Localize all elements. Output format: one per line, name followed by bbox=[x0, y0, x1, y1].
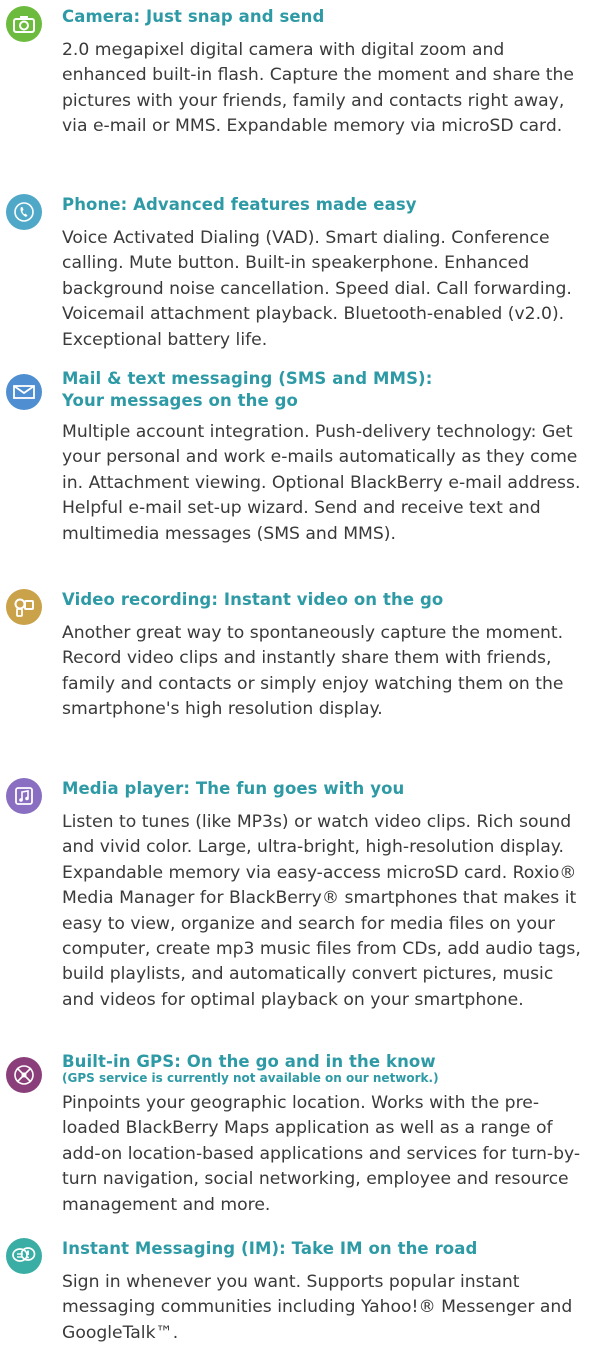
feature-title: Mail & text messaging (SMS and MMS): You… bbox=[62, 369, 433, 410]
feature-title: Instant Messaging (IM): Take IM on the r… bbox=[62, 1239, 478, 1258]
feature-note: (GPS service is currently not available … bbox=[62, 1071, 439, 1085]
camera-icon bbox=[6, 6, 42, 42]
feature-title: Camera: Just snap and send bbox=[62, 7, 325, 26]
feature-title: Media player: The fun goes with you bbox=[62, 779, 405, 798]
feature-title: Built-in GPS: On the go and in the know bbox=[62, 1052, 436, 1071]
chat-bubble-icon bbox=[6, 1238, 42, 1274]
feature-title: Video recording: Instant video on the go bbox=[62, 590, 444, 609]
feature-description: Sign in whenever you want. Supports popu… bbox=[62, 1272, 573, 1343]
feature-description: Pinpoints your geographic location. Work… bbox=[62, 1093, 581, 1215]
feature-title: Phone: Advanced features made easy bbox=[62, 195, 417, 214]
feature-description: Listen to tunes (like MP3s) or watch vid… bbox=[62, 812, 581, 1010]
envelope-icon bbox=[6, 374, 42, 410]
feature-description: Multiple account integration. Push-deliv… bbox=[62, 422, 581, 544]
music-note-icon bbox=[6, 778, 42, 814]
gps-icon bbox=[6, 1057, 42, 1093]
feature-description: 2.0 megapixel digital camera with digita… bbox=[62, 40, 574, 137]
video-camera-icon bbox=[6, 589, 42, 625]
phone-icon bbox=[6, 194, 42, 230]
feature-description: Another great way to spontaneously captu… bbox=[62, 623, 564, 720]
feature-description: Voice Activated Dialing (VAD). Smart dia… bbox=[62, 228, 572, 350]
